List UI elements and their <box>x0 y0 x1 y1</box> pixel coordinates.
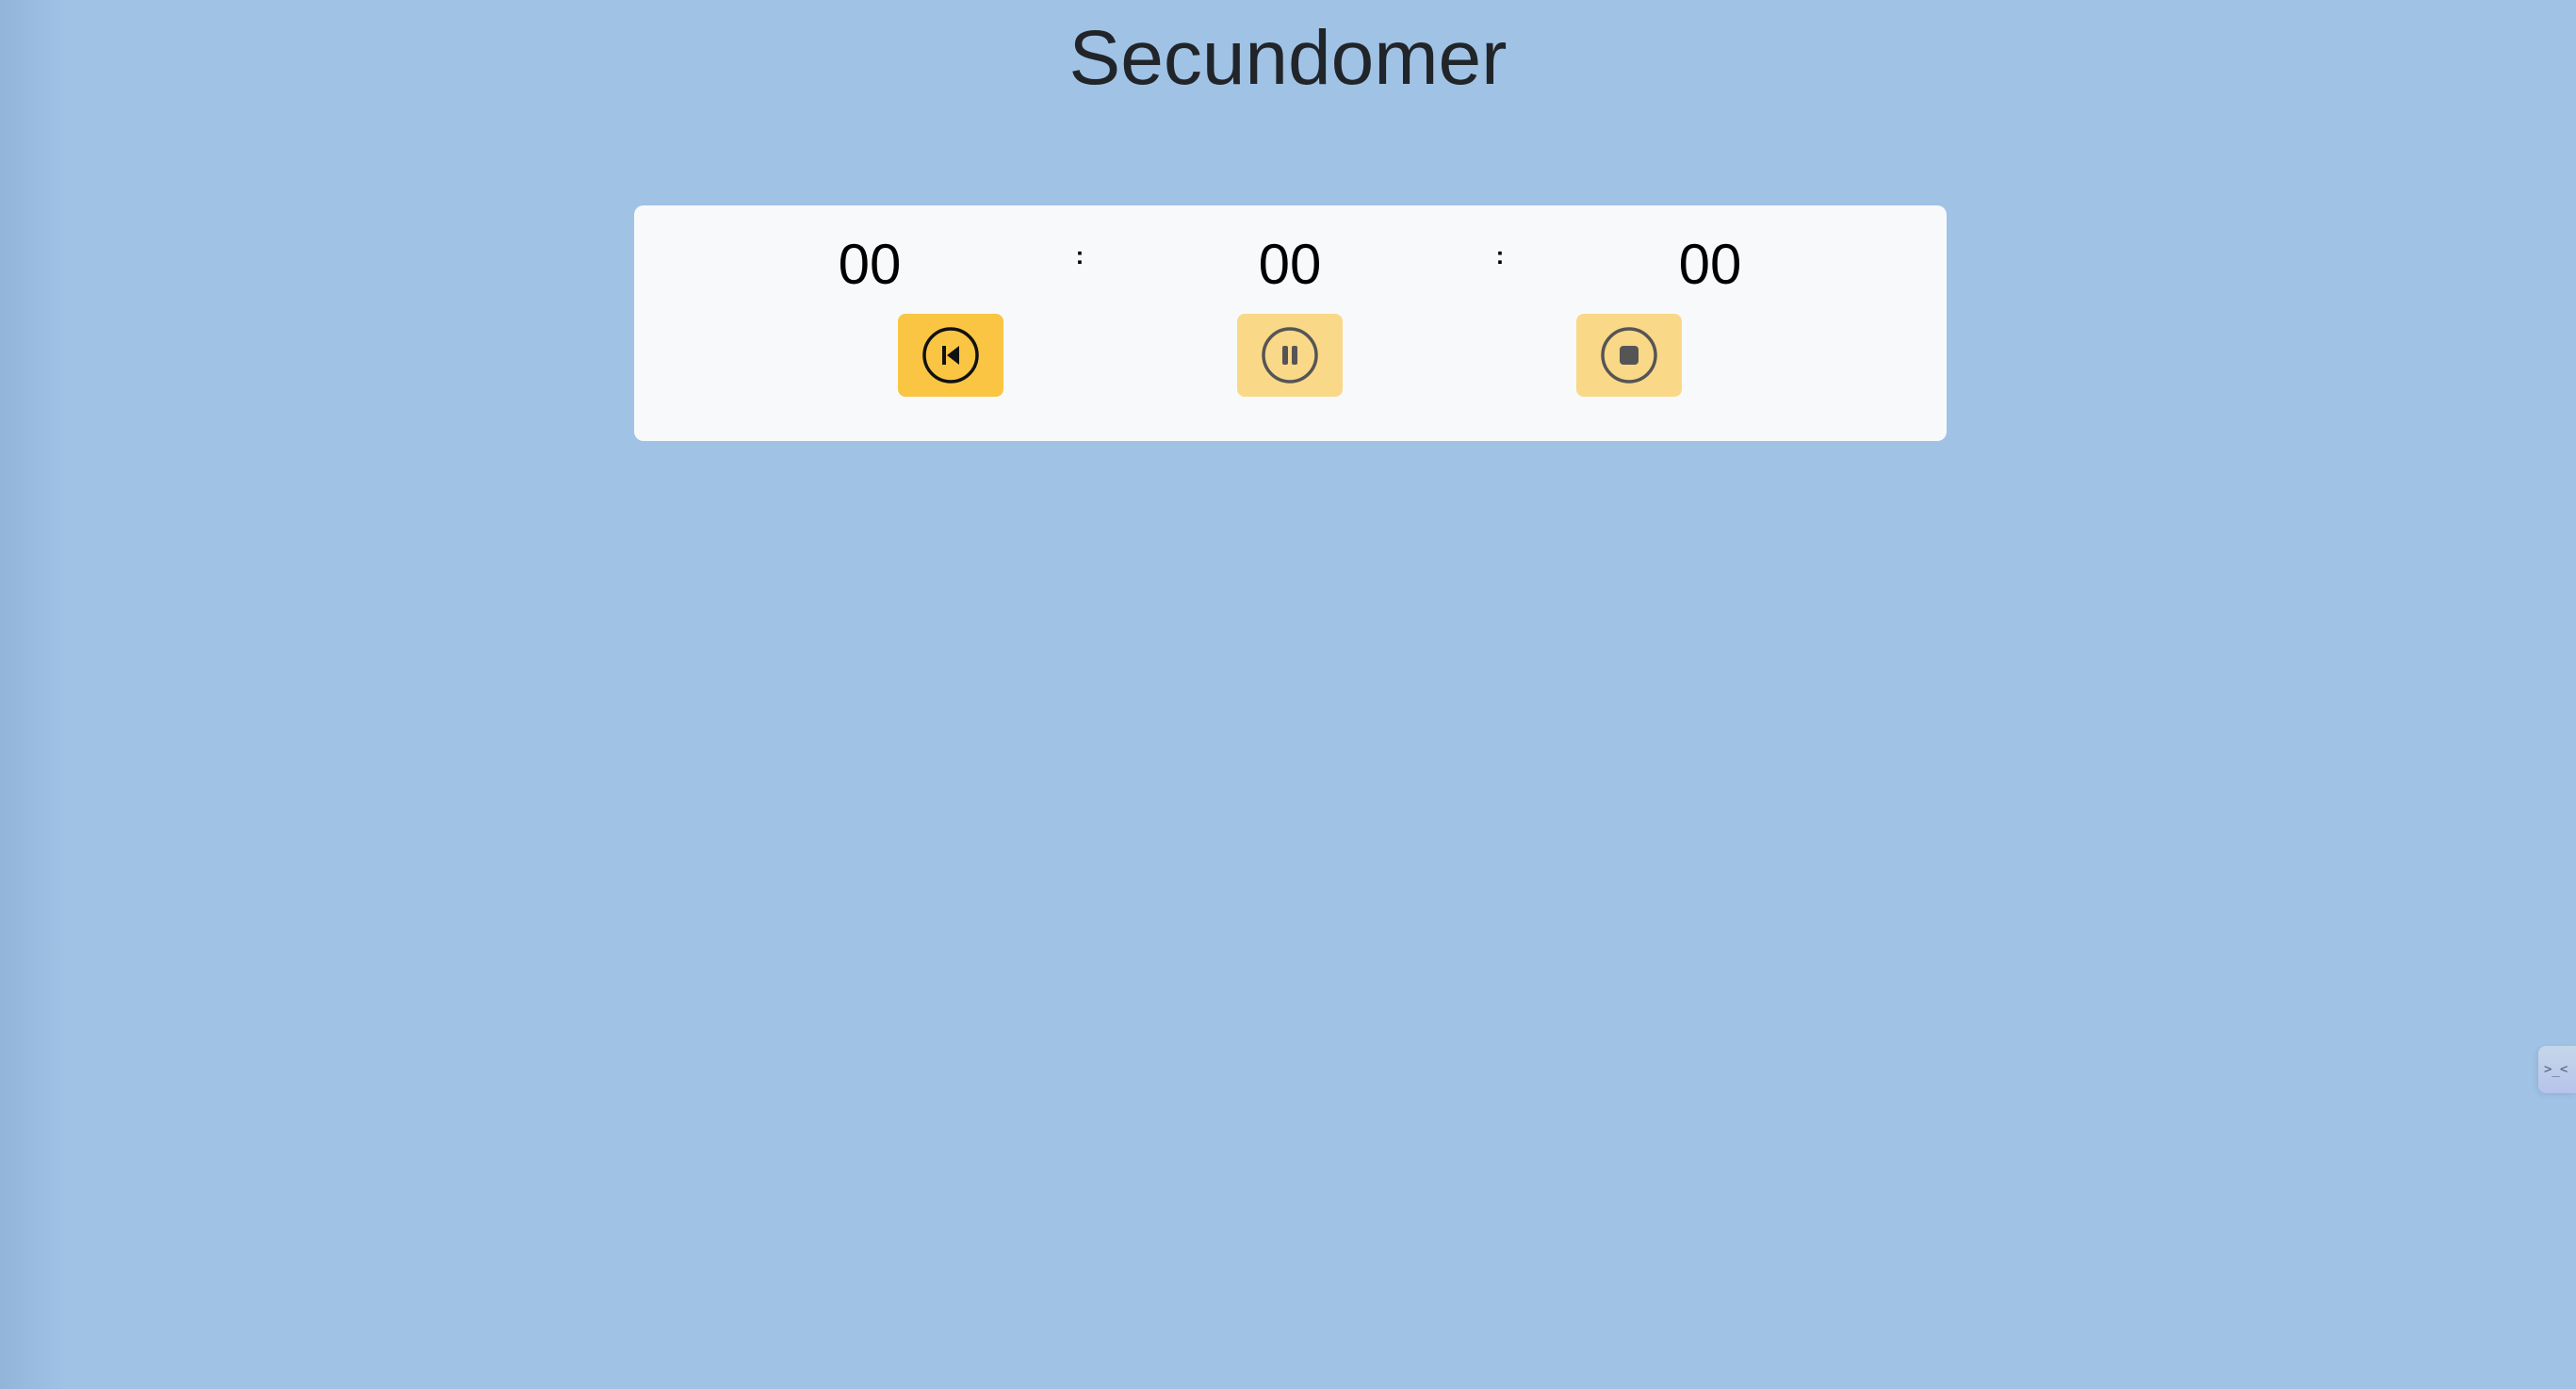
terminal-prompt-icon: >_< <box>2544 1062 2568 1077</box>
time-separator: : <box>1075 241 1084 270</box>
stop-icon <box>1600 326 1658 384</box>
left-edge-shade <box>0 0 66 1389</box>
pause-button[interactable] <box>1237 314 1343 397</box>
pause-icon <box>1261 326 1319 384</box>
reset-icon <box>921 326 980 384</box>
seconds-display: 00 <box>1678 233 1742 296</box>
reset-button[interactable] <box>898 314 1003 397</box>
side-widget-tab[interactable]: >_< <box>2538 1046 2576 1093</box>
minutes-display: 00 <box>1258 233 1322 296</box>
stop-button[interactable] <box>1576 314 1682 397</box>
page-title: Secundomer <box>1068 15 1508 101</box>
time-separator: : <box>1495 241 1505 270</box>
stopwatch-card: 00 : 00 : 00 <box>634 205 1947 441</box>
hours-display: 00 <box>838 233 902 296</box>
